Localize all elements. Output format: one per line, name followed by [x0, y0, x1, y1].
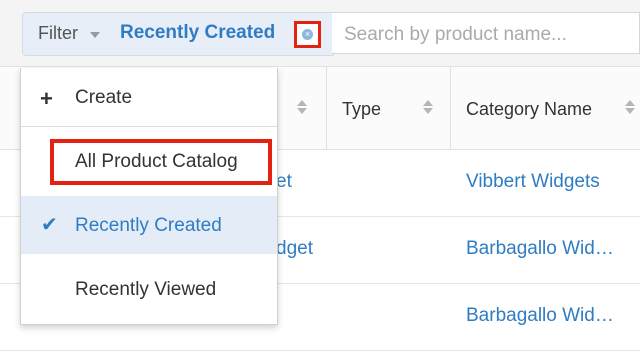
- sort-icon[interactable]: [297, 97, 307, 117]
- menu-item-recently-created[interactable]: ✔ Recently Created: [21, 196, 277, 254]
- menu-item-label: All Product Catalog: [75, 151, 238, 172]
- search-box[interactable]: [332, 12, 640, 54]
- column-divider: [326, 67, 327, 149]
- menu-item-label: Recently Viewed: [75, 279, 217, 300]
- category-link[interactable]: Vibbert Widgets: [466, 171, 600, 193]
- remove-filter-button[interactable]: ×: [294, 21, 321, 48]
- product-name-link[interactable]: et: [276, 171, 292, 193]
- check-icon: ✔: [41, 214, 58, 236]
- filter-bar: Filter Recently Created ×: [0, 0, 640, 67]
- menu-item-all-product-catalog[interactable]: All Product Catalog: [21, 132, 277, 190]
- menu-item-label: Recently Created: [75, 215, 222, 236]
- close-icon[interactable]: ×: [302, 29, 313, 40]
- filter-dropdown-menu: + Create All Product Catalog ✔ Recently …: [20, 68, 278, 325]
- sort-icon[interactable]: [625, 97, 635, 117]
- category-link[interactable]: Barbagallo Wid…: [466, 238, 614, 260]
- filter-label[interactable]: Filter: [38, 23, 78, 44]
- create-filter-item[interactable]: + Create: [21, 68, 277, 127]
- column-header-type[interactable]: Type: [342, 99, 381, 120]
- create-label: Create: [75, 87, 133, 108]
- plus-icon: +: [40, 86, 53, 111]
- column-divider: [450, 67, 451, 149]
- column-header-category[interactable]: Category Name: [466, 99, 592, 120]
- product-name-link[interactable]: dget: [276, 238, 313, 260]
- chevron-down-icon[interactable]: [90, 32, 100, 38]
- search-input[interactable]: [342, 22, 636, 48]
- menu-item-recently-viewed[interactable]: Recently Viewed: [21, 260, 277, 318]
- active-filter-label[interactable]: Recently Created: [120, 22, 275, 44]
- sort-icon[interactable]: [423, 97, 433, 117]
